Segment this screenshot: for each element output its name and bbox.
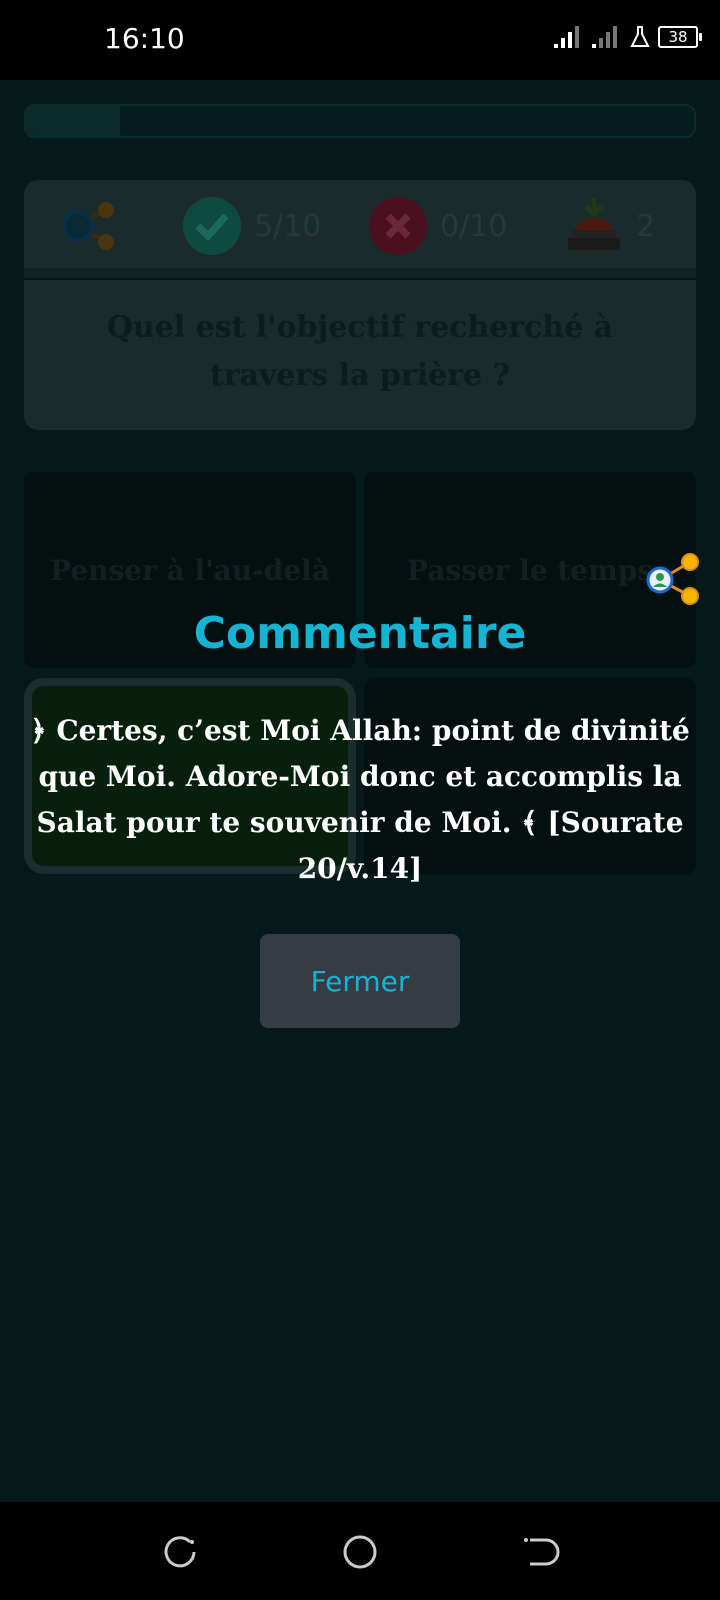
cross-circle-icon [369,197,427,255]
share-icon[interactable] [646,552,706,612]
navigation-bar [0,1502,720,1600]
back-icon[interactable] [520,1532,560,1572]
divider [24,268,696,278]
correct-stat: 5/10 [182,180,321,272]
recents-icon[interactable] [160,1532,200,1572]
wrong-stat: 0/10 [368,180,507,272]
buzzer-icon[interactable] [564,196,624,256]
status-icons: 38 [554,26,702,48]
check-circle-icon [183,197,241,255]
share-icon[interactable] [60,196,120,256]
hint-count: 2 [636,208,656,244]
signal-icon [592,26,617,48]
dialog-comment-text: ﴿ Certes, c’est Moi Allah: point de divi… [30,714,690,885]
signal-icon [554,26,579,48]
close-button[interactable]: Fermer [260,934,460,1028]
share-stat[interactable] [60,180,120,272]
question-text: Quel est l'objectif recherché à travers … [24,280,696,430]
hint-stat[interactable]: 2 [564,180,655,272]
correct-count: 5/10 [254,208,322,244]
progress-fill [26,106,120,136]
status-time: 16:10 [104,22,185,55]
status-bar: 16:10 38 [0,0,720,80]
wrong-count: 0/10 [440,208,508,244]
progress-bar [24,104,696,138]
battery-icon: 38 [658,26,702,48]
stats-bar: 5/10 0/10 2 [24,180,696,272]
home-icon[interactable] [340,1532,380,1572]
dialog-title: Commentaire [193,608,527,659]
flask-icon [630,26,650,47]
